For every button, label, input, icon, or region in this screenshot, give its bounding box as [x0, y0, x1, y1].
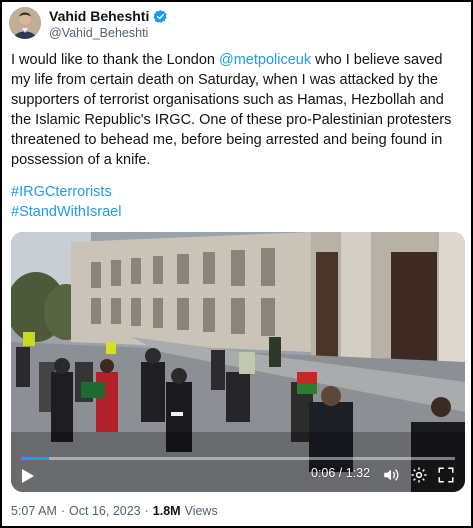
tweet-meta: 5:07 AM · Oct 16, 2023 · 1.8M Views	[11, 504, 218, 518]
views-count: 1.8M	[152, 504, 181, 518]
hashtag-link[interactable]: #IRGCterrorists	[11, 182, 121, 202]
video-progress-bar[interactable]	[21, 457, 455, 460]
tweet-card: Vahid Beheshti @Vahid_Beheshti I would l…	[0, 0, 473, 528]
settings-icon[interactable]	[410, 466, 428, 484]
play-icon[interactable]	[21, 468, 35, 484]
mention-link[interactable]: @metpoliceuk	[219, 52, 311, 68]
meta-separator: ·	[60, 504, 66, 518]
video-controls: 0:06 / 1:32	[11, 456, 465, 492]
video-player[interactable]: 0:06 / 1:32	[11, 232, 465, 492]
tweet-time[interactable]: 5:07 AM	[11, 504, 57, 518]
verified-badge-icon	[153, 9, 168, 24]
volume-icon[interactable]	[382, 466, 400, 484]
tweet-header: Vahid Beheshti @Vahid_Beheshti	[9, 6, 449, 42]
tweet-text: I would like to thank the London @metpol…	[11, 50, 463, 170]
video-time: 0:06 / 1:32	[311, 466, 371, 480]
views-label: Views	[184, 504, 218, 518]
video-frame-image	[11, 232, 465, 492]
author-handle[interactable]: @Vahid_Beheshti	[49, 26, 148, 40]
meta-separator: ·	[144, 504, 149, 518]
hashtag-list: #IRGCterrorists #StandWithIsrael	[11, 182, 121, 222]
video-progress-fill	[21, 457, 50, 460]
tweet-text-part-1: I would like to thank the London	[11, 52, 219, 68]
tweet-text-part-2: who I believe saved my life from certain…	[11, 52, 452, 168]
avatar[interactable]	[9, 7, 41, 39]
fullscreen-icon[interactable]	[437, 466, 455, 484]
hashtag-link[interactable]: #StandWithIsrael	[11, 202, 121, 222]
tweet-date[interactable]: Oct 16, 2023	[69, 504, 141, 518]
author-name[interactable]: Vahid Beheshti	[49, 8, 149, 24]
